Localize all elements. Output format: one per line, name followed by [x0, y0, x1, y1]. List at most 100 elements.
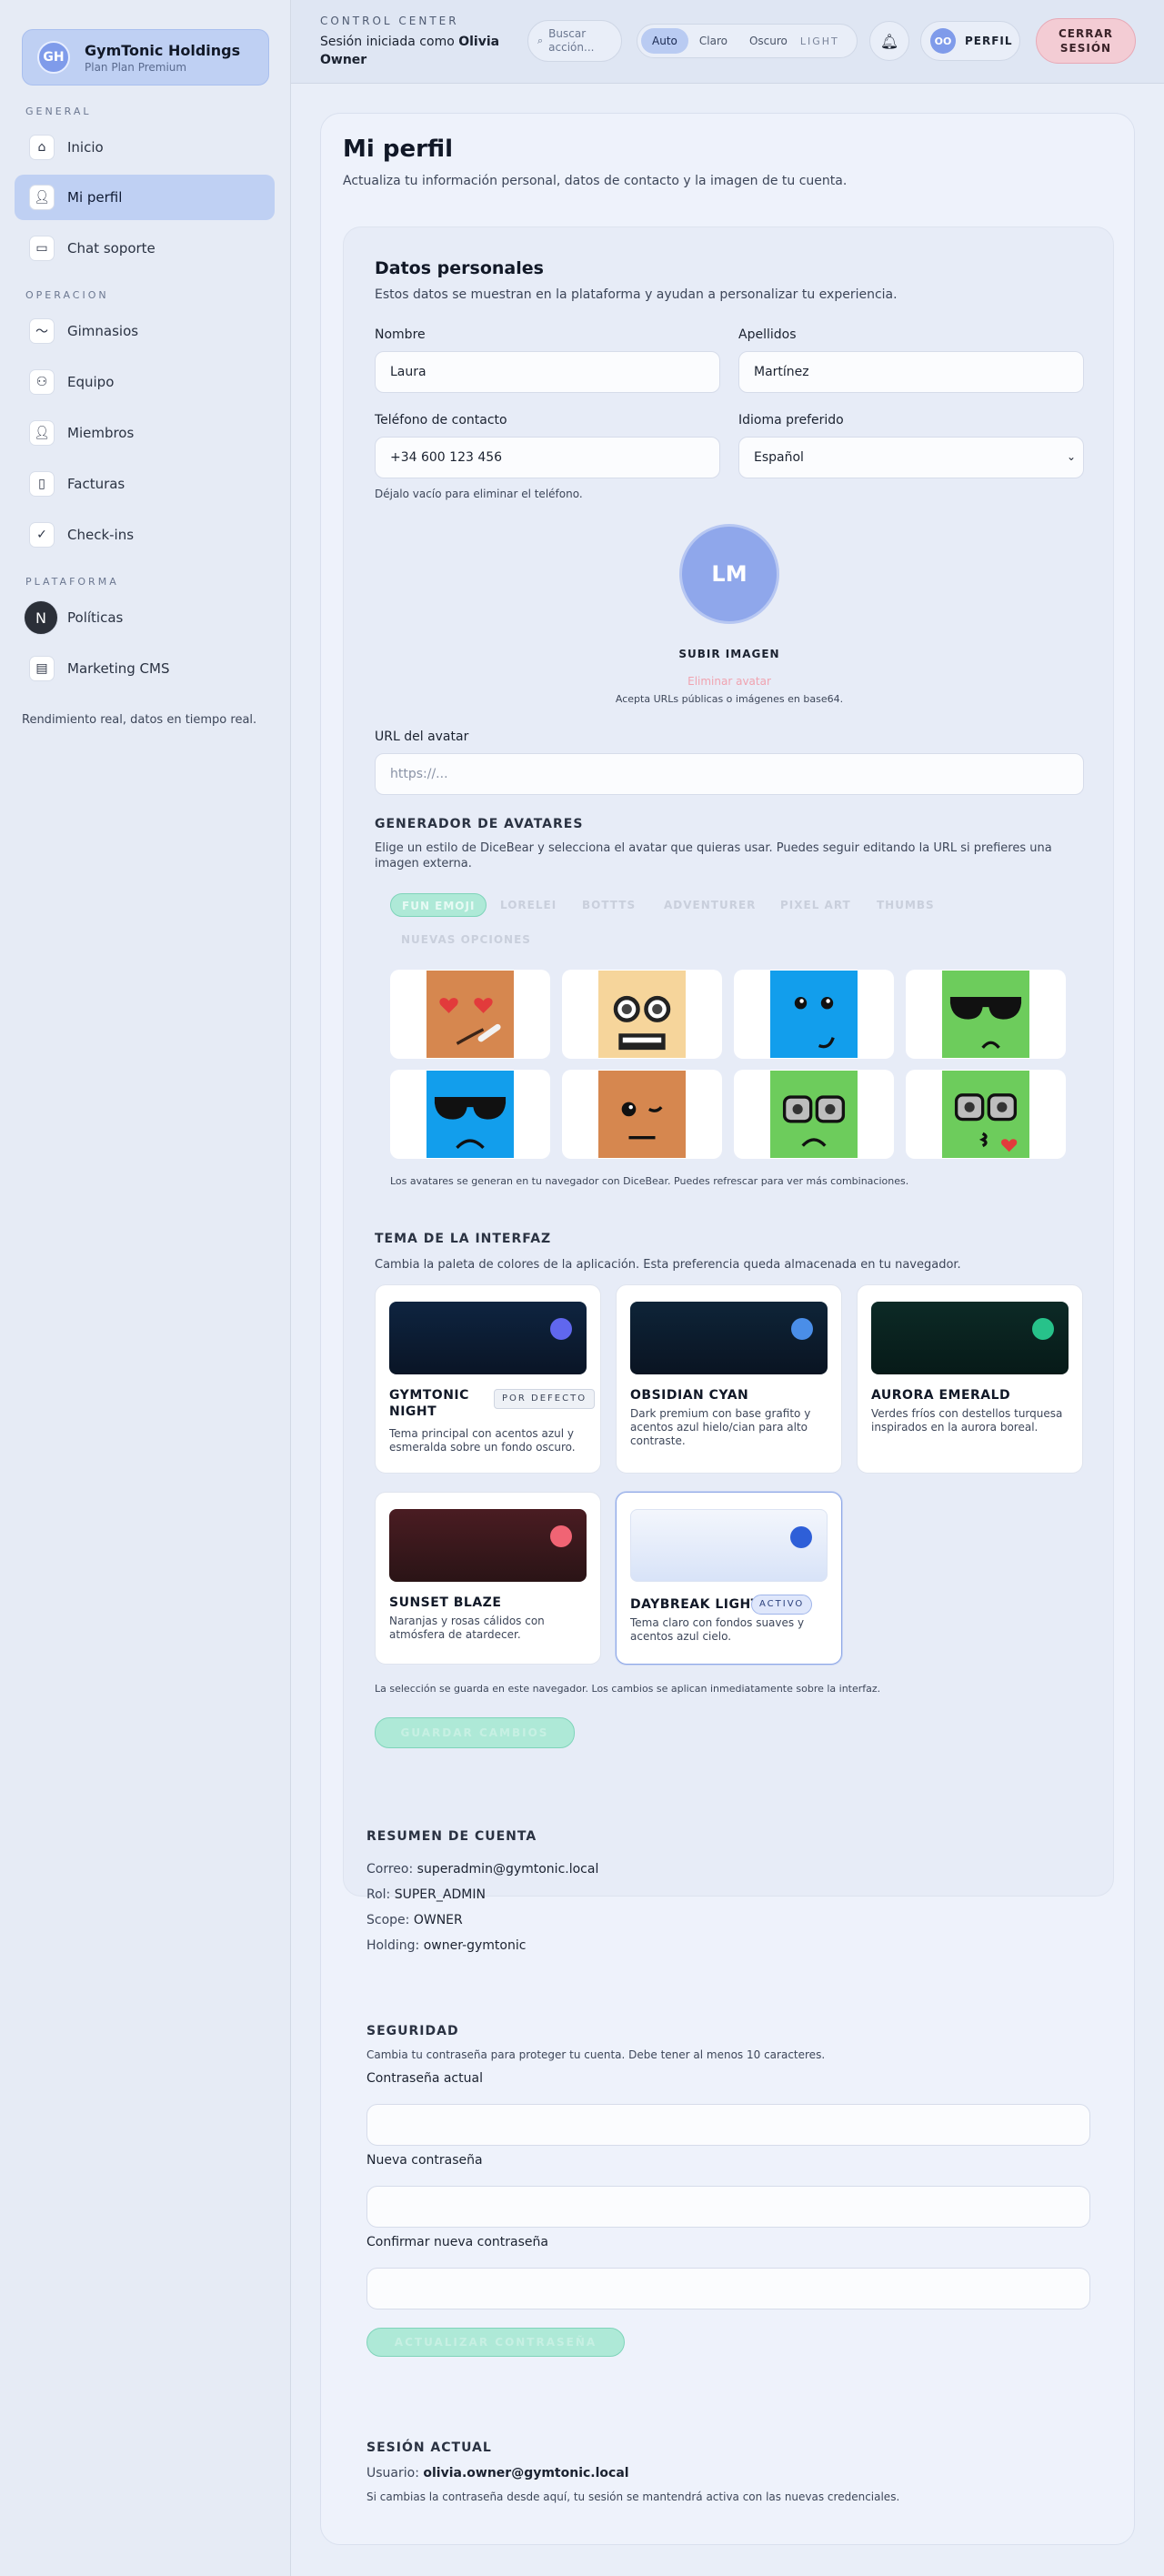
sidebar-item-mi-perfil[interactable]: 👤︎ Mi perfil — [15, 175, 275, 220]
theme-description: Naranjas y rosas cálidos con atmósfera d… — [389, 1615, 545, 1641]
avatar-option[interactable] — [562, 970, 722, 1059]
theme-current-label: LIGHT — [799, 35, 839, 47]
page-subtitle: Actualiza tu información personal, datos… — [343, 174, 848, 188]
brand-plan: Plan Plan Premium — [85, 60, 187, 74]
theme-name: SUNSET BLAZE — [389, 1595, 502, 1610]
sidebar-item-marketing-cms[interactable]: ▤ Marketing CMS — [15, 646, 275, 691]
last-name-field[interactable]: Martínez — [738, 351, 1084, 393]
sidebar-item-gimnasios[interactable]: 〜 Gimnasios — [15, 308, 275, 354]
phone-field[interactable]: +34 600 123 456 — [375, 437, 720, 478]
wink-emoji-icon — [770, 971, 858, 1058]
first-name-field[interactable]: Laura — [375, 351, 720, 393]
save-theme-button[interactable]: GUARDAR CAMBIOS — [375, 1717, 575, 1748]
avatar-option[interactable] — [734, 970, 894, 1059]
sidebar-item-politicas[interactable]: N Políticas — [15, 595, 275, 640]
theme-option-oscuro[interactable]: Oscuro — [738, 28, 798, 54]
sidebar-item-chat-soporte[interactable]: ▭ Chat soporte — [15, 226, 275, 271]
security-description: Cambia tu contraseña para proteger tu cu… — [366, 2048, 826, 2061]
sidebar-item-facturas[interactable]: ▯ Facturas — [15, 461, 275, 507]
document-icon: ▤ — [29, 656, 55, 681]
accent-dot — [550, 1318, 572, 1340]
profile-avatar: LM — [679, 524, 779, 624]
update-password-button[interactable]: ACTUALIZAR CONTRASEÑA — [366, 2328, 625, 2357]
brand-logo: GH — [37, 41, 70, 74]
avatar-option[interactable] — [390, 970, 550, 1059]
new-password-label: Nueva contraseña — [366, 2153, 483, 2168]
glasses-sad-emoji-icon — [770, 1071, 858, 1158]
theme-description: Dark premium con base grafito y acentos … — [630, 1407, 811, 1447]
upload-image-button[interactable]: SUBIR IMAGEN — [344, 648, 1115, 660]
avatar-url-label: URL del avatar — [375, 730, 469, 744]
theme-description: Tema claro con fondos suaves y acentos a… — [630, 1616, 805, 1643]
upload-hint: Acepta URLs públicas o imágenes en base6… — [615, 693, 844, 705]
sunglasses-sad-emoji-icon — [426, 1071, 514, 1158]
home-icon: ⌂ — [29, 135, 55, 160]
profile-button[interactable]: OO PERFIL — [920, 21, 1020, 61]
tab-thumbs[interactable]: THUMBS — [877, 893, 935, 917]
language-select[interactable]: Español ⌄ — [738, 437, 1084, 478]
search-input[interactable]: ⌕ Buscar acción... — [527, 20, 622, 62]
current-password-field[interactable] — [366, 2104, 1090, 2146]
theme-description: Tema principal con acentos azul y esmera… — [389, 1427, 576, 1454]
wink-neutral-emoji-icon — [598, 1071, 686, 1158]
theme-section-description: Cambia la paleta de colores de la aplica… — [375, 1258, 961, 1272]
avatar-option[interactable] — [734, 1070, 894, 1159]
brand-name: GymTonic Holdings — [85, 41, 241, 59]
default-badge: POR DEFECTO — [494, 1389, 596, 1409]
theme-card-obsidian-cyan[interactable]: OBSIDIAN CYAN Dark premium con base graf… — [616, 1284, 842, 1474]
tab-lorelei[interactable]: LORELEI — [500, 893, 557, 917]
accent-dot — [790, 1526, 812, 1548]
avatar-option[interactable] — [390, 1070, 550, 1159]
notifications-button[interactable]: 🔔︎ — [869, 21, 909, 61]
theme-card-gymtonic-night[interactable]: GYMTONIC NIGHT POR DEFECTO Tema principa… — [375, 1284, 601, 1474]
avatar: OO — [930, 28, 956, 54]
theme-card-aurora-emerald[interactable]: AURORA EMERALD Verdes fríos con destello… — [857, 1284, 1083, 1474]
avatar-option[interactable] — [562, 1070, 722, 1159]
session-user-value: olivia.owner@gymtonic.local — [423, 2466, 629, 2480]
sidebar-item-check-ins[interactable]: ✓ Check-ins — [15, 512, 275, 558]
sidebar-item-miembros[interactable]: 👤︎ Miembros — [15, 410, 275, 456]
first-name-label: Nombre — [375, 327, 426, 342]
sidebar-item-inicio[interactable]: ⌂ Inicio — [15, 125, 275, 170]
sidebar-item-label: Equipo — [67, 374, 115, 390]
tab-bottts[interactable]: BOTTTS — [582, 893, 636, 917]
sidebar-item-equipo[interactable]: ⚇ Equipo — [15, 359, 275, 405]
remove-avatar-link[interactable]: Eliminar avatar — [344, 675, 1115, 688]
avatar-url-field[interactable]: https://... — [375, 753, 1084, 795]
new-password-field[interactable] — [366, 2186, 1090, 2228]
theme-option-claro[interactable]: Claro — [688, 28, 738, 54]
theme-description: Verdes fríos con destellos turquesa insp… — [871, 1407, 1063, 1434]
theme-preview — [630, 1509, 828, 1582]
sidebar-item-label: Mi perfil — [67, 189, 123, 206]
avatar-generator-hint: Los avatares se generan en tu navegador … — [390, 1175, 909, 1187]
sidebar-item-label: Check-ins — [67, 527, 135, 543]
phone-label: Teléfono de contacto — [375, 413, 507, 428]
personal-data-card: Datos personales Estos datos se muestran… — [343, 226, 1114, 1897]
accent-dot — [791, 1318, 813, 1340]
logout-button[interactable]: CERRAR SESIÓN — [1036, 18, 1136, 64]
tab-fun-emoji[interactable]: FUN EMOJI — [390, 893, 487, 917]
theme-section-title: TEMA DE LA INTERFAZ — [375, 1232, 552, 1246]
theme-name: DAYBREAK LIGHT — [630, 1597, 760, 1612]
summary-scope: Scope: OWNER — [366, 1913, 463, 1927]
personal-data-title: Datos personales — [375, 258, 544, 278]
sidebar-item-label: Inicio — [67, 139, 104, 156]
brand-card[interactable]: GH GymTonic Holdings Plan Plan Premium — [22, 29, 269, 86]
tab-pixel-art[interactable]: PIXEL ART — [780, 893, 851, 917]
accent-dot — [1032, 1318, 1054, 1340]
tab-adventurer[interactable]: ADVENTURER — [664, 893, 756, 917]
tab-nuevas-opciones[interactable]: NUEVAS OPCIONES — [401, 928, 531, 951]
theme-option-auto[interactable]: Auto — [641, 28, 688, 54]
confirm-password-field[interactable] — [366, 2268, 1090, 2309]
summary-role: Rol: SUPER_ADMIN — [366, 1887, 486, 1902]
summary-role-value: SUPER_ADMIN — [394, 1887, 486, 1902]
profile-label: PERFIL — [965, 35, 1013, 47]
sidebar: GH GymTonic Holdings Plan Plan Premium G… — [0, 0, 291, 2576]
avatar-option[interactable] — [906, 1070, 1066, 1159]
theme-card-sunset-blaze[interactable]: SUNSET BLAZE Naranjas y rosas cálidos co… — [375, 1492, 601, 1665]
avatar-option[interactable] — [906, 970, 1066, 1059]
theme-card-daybreak-light[interactable]: DAYBREAK LIGHT ACTIVO Tema claro con fon… — [616, 1492, 842, 1665]
current-password-label: Contraseña actual — [366, 2071, 483, 2086]
section-label-operacion: OPERACION — [25, 289, 109, 301]
section-label-general: GENERAL — [25, 106, 92, 117]
